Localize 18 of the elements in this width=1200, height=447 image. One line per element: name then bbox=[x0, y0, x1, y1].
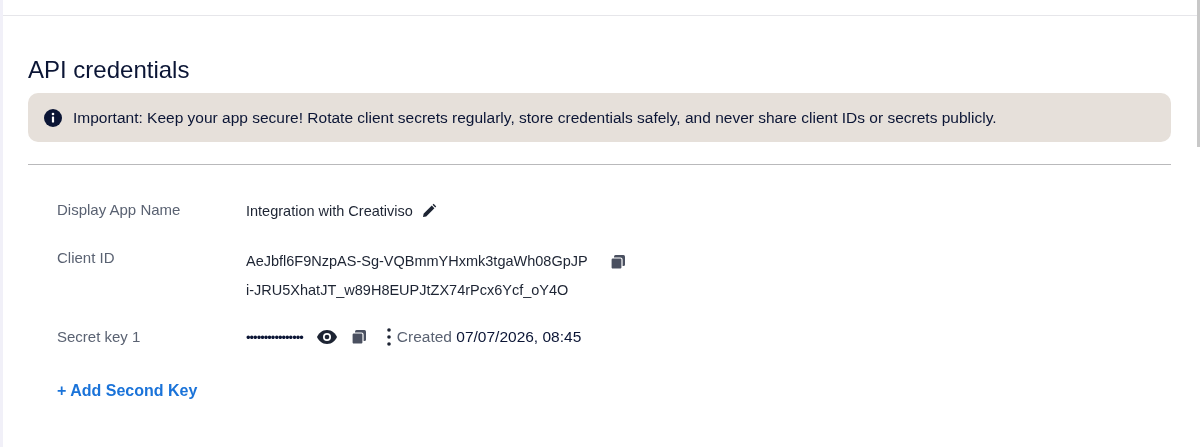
client-id-text: i-JRU5XhatJT_w89H8EUPJtZX74rPcx6Ycf_oY4O bbox=[246, 282, 570, 298]
info-icon bbox=[44, 108, 62, 127]
app-name: Integration with Creativiso bbox=[246, 203, 413, 219]
field-label: Secret key 1 bbox=[57, 328, 142, 346]
field-label: Client ID bbox=[57, 249, 116, 268]
masked-secret: •••••••••••••••• bbox=[246, 329, 303, 345]
created-date: 07/07/2026, 08:45 bbox=[456, 328, 582, 345]
client-id-text: AeJbfl6F9NzpAS-Sg-VQBmmYHxmk3tgaWh08GpJP bbox=[246, 253, 588, 269]
more-icon[interactable] bbox=[386, 328, 391, 346]
notice-text: Important: Keep your app secure! Rotate client secrets regularly, store credentials safely, and never share client IDs or secrets publicly. bbox=[73, 108, 997, 127]
created-label: Created bbox=[396, 328, 452, 345]
copy-icon[interactable] bbox=[350, 329, 367, 345]
eye-icon[interactable] bbox=[316, 330, 337, 344]
field-label: Display App Name bbox=[57, 201, 182, 219]
add-key-link[interactable]: + Add Second Key bbox=[57, 382, 198, 400]
edit-icon[interactable] bbox=[420, 203, 437, 219]
section-title: API credentials bbox=[28, 55, 191, 85]
copy-icon[interactable] bbox=[609, 254, 626, 270]
